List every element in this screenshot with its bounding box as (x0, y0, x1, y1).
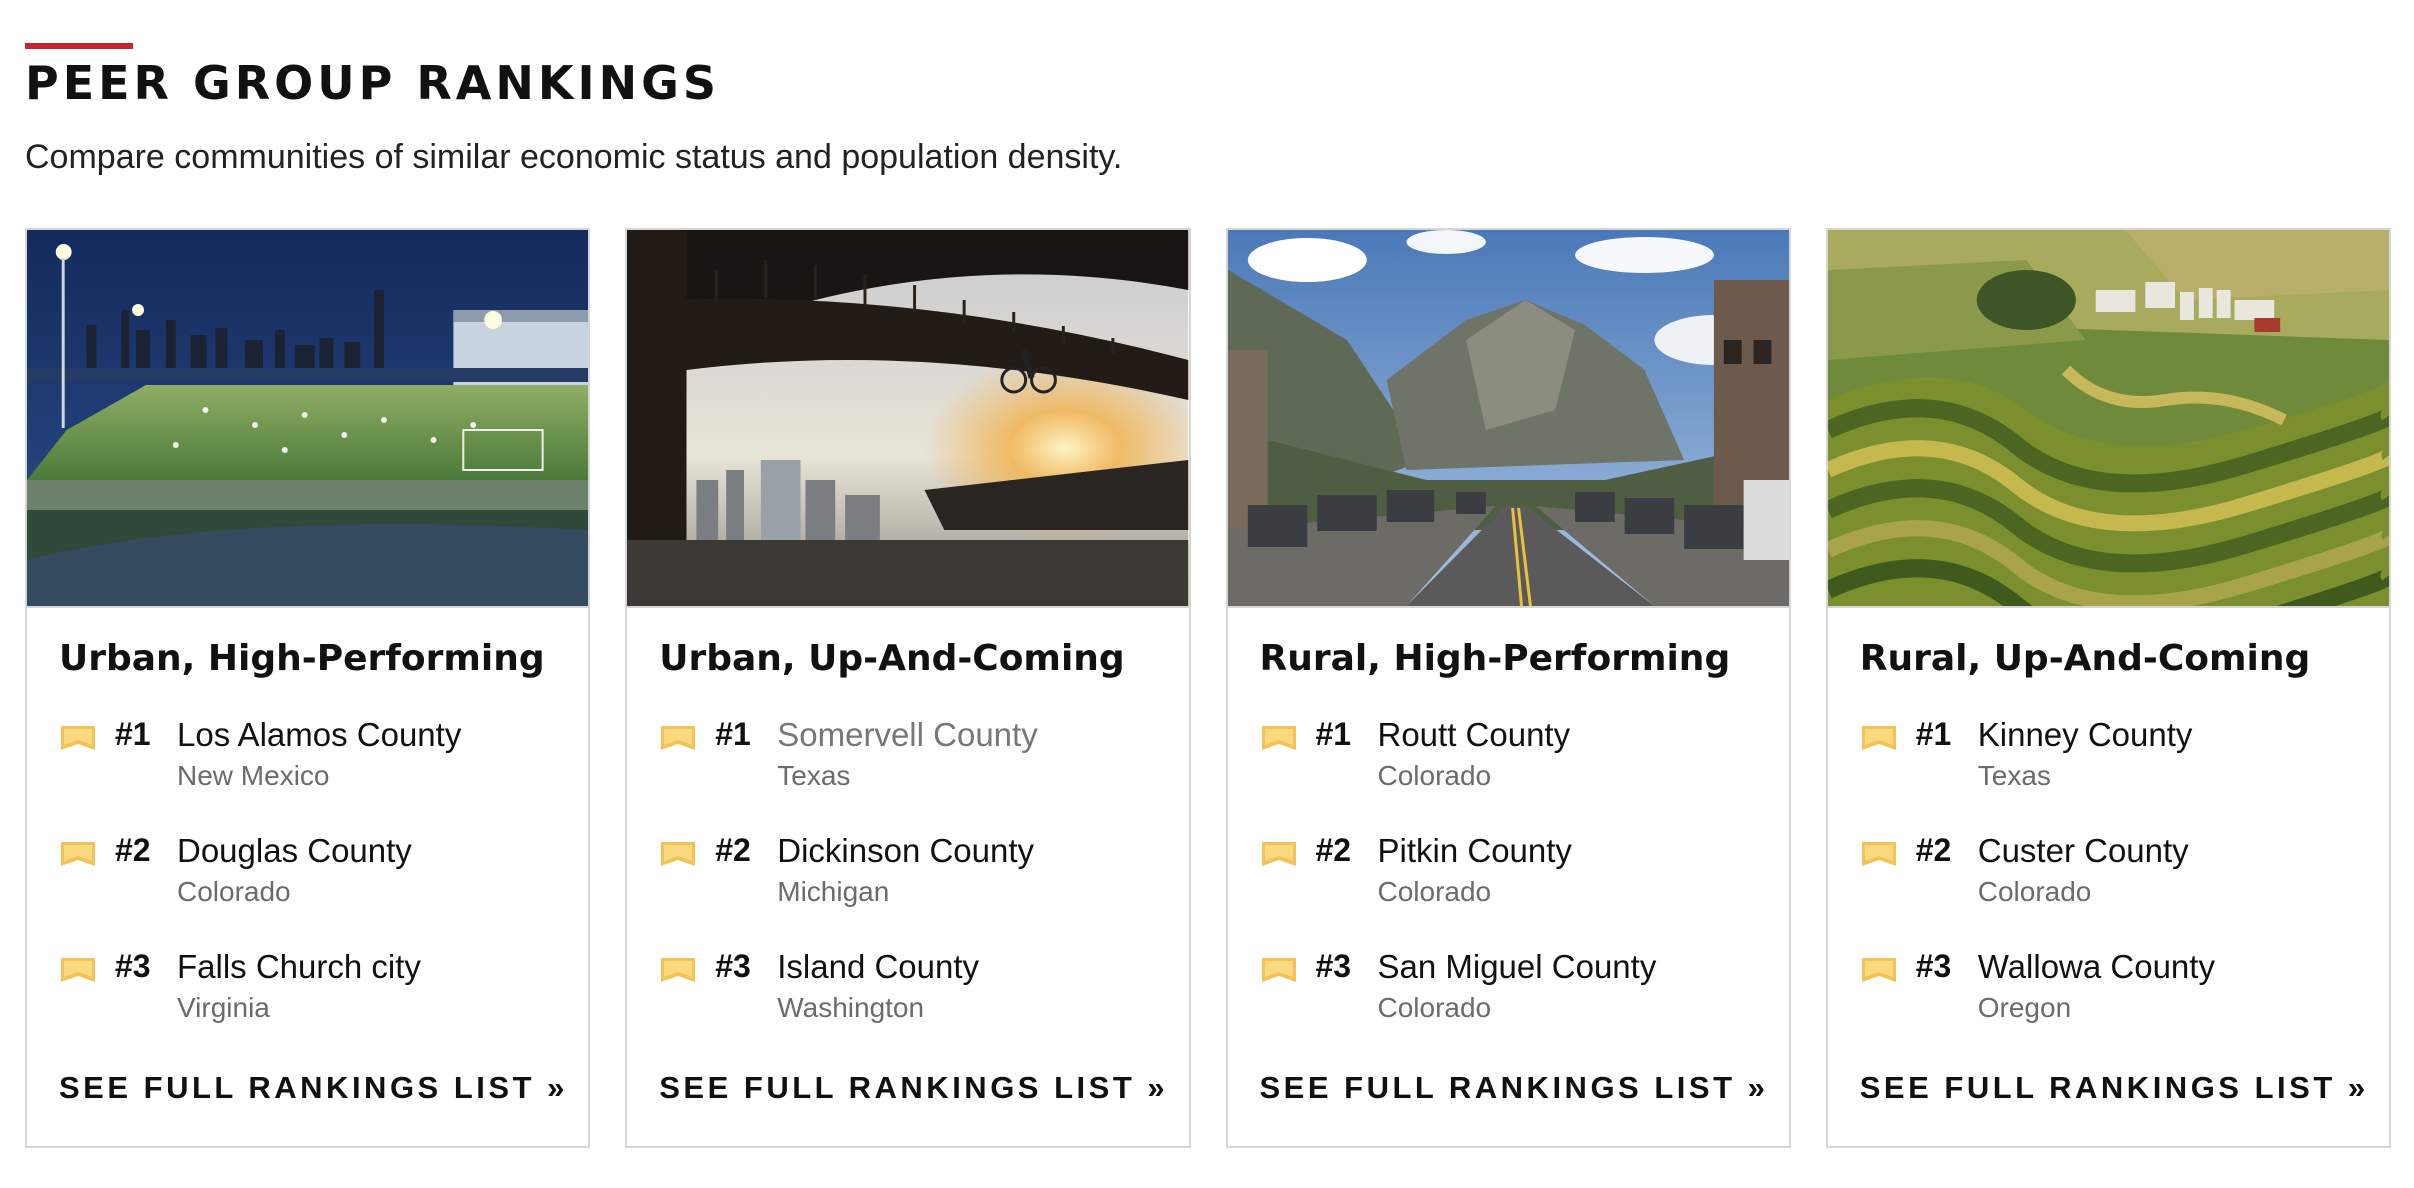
state-name: Colorado (1977, 876, 2092, 907)
peer-group-card: Urban, Up-And-Coming #1 Somervell County… (625, 228, 1191, 1148)
county-link[interactable]: San Miguel County (1378, 948, 1657, 986)
county-link[interactable]: Douglas County (177, 832, 412, 870)
card-title: Rural, High-Performing (1259, 638, 1731, 679)
state-name: Virginia (177, 992, 270, 1023)
state-name: Colorado (1377, 876, 1492, 907)
state-name: New Mexico (177, 760, 330, 791)
ribbon-badge-icon (661, 958, 696, 982)
list-item[interactable]: #1 Routt County Colorado (1260, 716, 1779, 834)
list-item[interactable]: #1 Somervell County Texas (659, 716, 1178, 834)
peer-group-card: Rural, Up-And-Coming #1 Kinney County Te… (1825, 228, 2391, 1148)
state-name: Colorado (177, 876, 291, 907)
see-full-rankings-link[interactable]: SEE FULL RANKINGS LIST » (1860, 1070, 2369, 1106)
rank-number: #2 (115, 832, 151, 868)
peer-group-card: Urban, High-Performing #1 Los Alamos Cou… (25, 228, 591, 1148)
rank-number: #3 (715, 948, 751, 984)
county-link[interactable]: Somervell County (777, 716, 1037, 754)
state-name: Colorado (1377, 760, 1492, 791)
county-link[interactable]: Pitkin County (1378, 832, 1572, 870)
card-title: Urban, Up-And-Coming (659, 638, 1125, 679)
ribbon-badge-icon (1861, 726, 1896, 750)
rank-number: #3 (1915, 948, 1952, 984)
rank-number: #3 (115, 948, 151, 984)
card-image-urban-high-performing[interactable] (27, 230, 589, 608)
ribbon-badge-icon (1861, 958, 1896, 982)
county-link[interactable]: Kinney County (1978, 716, 2193, 754)
rank-number: #3 (1315, 948, 1352, 984)
see-full-rankings-link[interactable]: SEE FULL RANKINGS LIST » (1260, 1070, 1769, 1106)
ribbon-badge-icon (1261, 726, 1296, 750)
county-link[interactable]: Custer County (1978, 832, 2189, 870)
peer-group-card: Rural, High-Performing #1 Routt County C… (1225, 228, 1791, 1148)
ribbon-badge-icon (61, 842, 95, 866)
rank-list: #1 Los Alamos County New Mexico #2 Dougl… (59, 716, 578, 1066)
state-name: Washington (777, 992, 925, 1023)
ribbon-badge-icon (661, 842, 696, 866)
rank-number: #1 (115, 716, 151, 752)
rank-list: #1 Kinney County Texas #2 Custer County … (1860, 716, 2379, 1066)
title-accent-bar (25, 43, 133, 49)
page-subtitle: Compare communities of similar economic … (25, 138, 1123, 176)
rank-list: #1 Somervell County Texas #2 Dickinson C… (659, 716, 1178, 1066)
county-link[interactable]: Wallowa County (1978, 948, 2215, 986)
rank-number: #1 (715, 716, 751, 752)
state-name: Texas (1977, 760, 2051, 791)
county-link[interactable]: Routt County (1378, 716, 1571, 754)
card-image-rural-high-performing[interactable] (1227, 230, 1789, 608)
state-name: Colorado (1377, 992, 1492, 1023)
list-item[interactable]: #2 Pitkin County Colorado (1260, 832, 1779, 950)
list-item[interactable]: #3 San Miguel County Colorado (1260, 948, 1779, 1066)
peer-group-cards: Urban, High-Performing #1 Los Alamos Cou… (25, 228, 2391, 1148)
ribbon-badge-icon (661, 726, 696, 750)
state-name: Oregon (1977, 992, 2072, 1023)
list-item[interactable]: #3 Falls Church city Virginia (59, 948, 578, 1066)
rank-number: #2 (1915, 832, 1952, 868)
rank-list: #1 Routt County Colorado #2 Pitkin Count… (1260, 716, 1779, 1066)
rank-number: #1 (1915, 716, 1952, 752)
page-title: PEER GROUP RANKINGS (25, 56, 721, 110)
card-title: Rural, Up-And-Coming (1859, 638, 2311, 679)
see-full-rankings-link[interactable]: SEE FULL RANKINGS LIST » (659, 1070, 1168, 1106)
county-link[interactable]: Island County (777, 948, 979, 986)
card-image-urban-up-and-coming[interactable] (627, 230, 1189, 608)
state-name: Texas (777, 760, 851, 791)
ribbon-badge-icon (1861, 842, 1896, 866)
list-item[interactable]: #3 Wallowa County Oregon (1860, 948, 2379, 1066)
ribbon-badge-icon (61, 958, 95, 982)
ribbon-badge-icon (1261, 958, 1296, 982)
rank-number: #2 (715, 832, 751, 868)
card-title: Urban, High-Performing (59, 638, 545, 679)
list-item[interactable]: #2 Douglas County Colorado (59, 832, 578, 950)
county-link[interactable]: Dickinson County (777, 832, 1034, 870)
ribbon-badge-icon (61, 726, 95, 750)
rank-number: #2 (1315, 832, 1352, 868)
list-item[interactable]: #1 Kinney County Texas (1860, 716, 2379, 834)
list-item[interactable]: #3 Island County Washington (659, 948, 1178, 1066)
rank-number: #1 (1315, 716, 1352, 752)
county-link[interactable]: Los Alamos County (177, 716, 461, 754)
list-item[interactable]: #1 Los Alamos County New Mexico (59, 716, 578, 834)
list-item[interactable]: #2 Custer County Colorado (1860, 832, 2379, 950)
ribbon-badge-icon (1261, 842, 1296, 866)
see-full-rankings-link[interactable]: SEE FULL RANKINGS LIST » (59, 1070, 568, 1106)
county-link[interactable]: Falls Church city (177, 948, 421, 986)
list-item[interactable]: #2 Dickinson County Michigan (659, 832, 1178, 950)
state-name: Michigan (777, 876, 890, 907)
card-image-rural-up-and-coming[interactable] (1827, 230, 2389, 608)
